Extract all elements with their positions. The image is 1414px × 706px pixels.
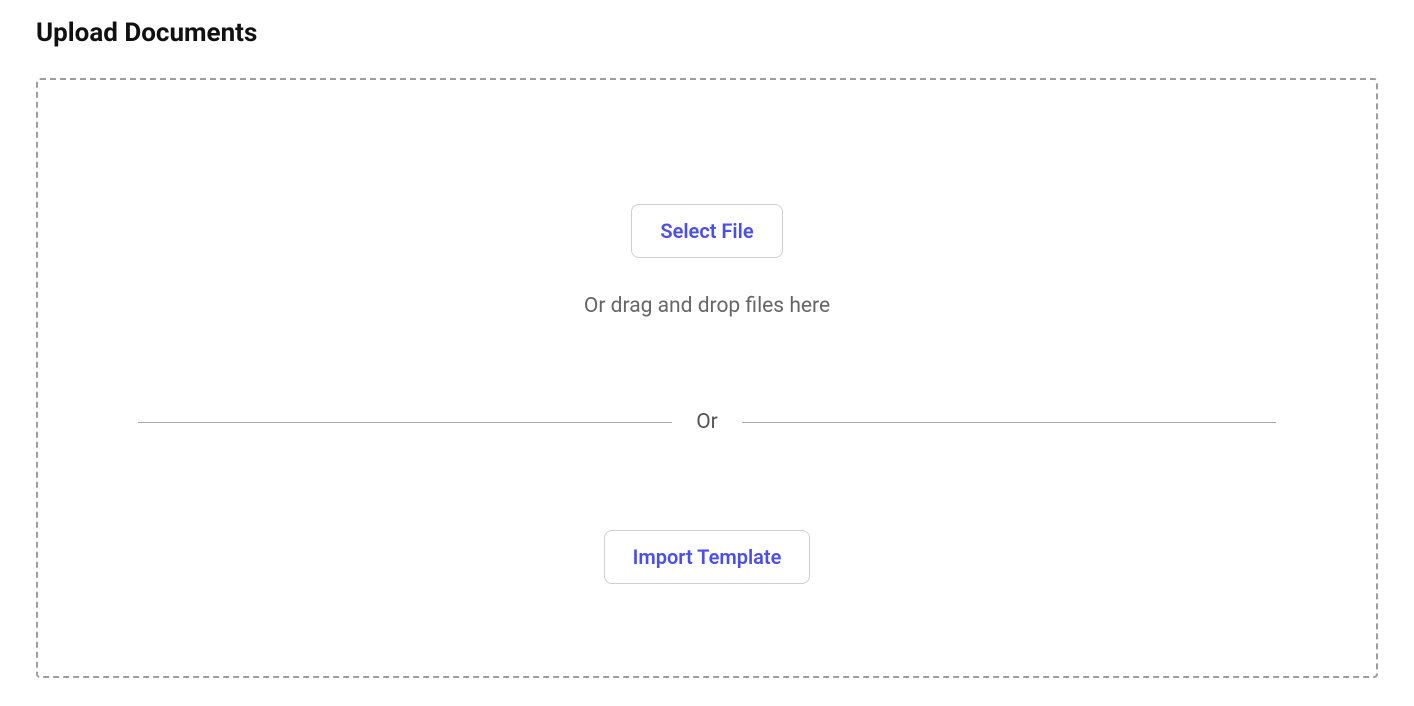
divider-label: Or: [696, 410, 718, 434]
import-wrapper: Import Template: [604, 530, 811, 584]
select-file-button[interactable]: Select File: [631, 204, 782, 258]
divider-row: Or: [138, 410, 1276, 434]
divider-line-right: [742, 422, 1276, 423]
drag-drop-hint: Or drag and drop files here: [584, 294, 830, 318]
import-template-button[interactable]: Import Template: [604, 530, 811, 584]
page-title: Upload Documents: [36, 18, 1378, 48]
file-drop-zone[interactable]: Select File Or drag and drop files here …: [36, 78, 1378, 678]
divider-line-left: [138, 422, 672, 423]
